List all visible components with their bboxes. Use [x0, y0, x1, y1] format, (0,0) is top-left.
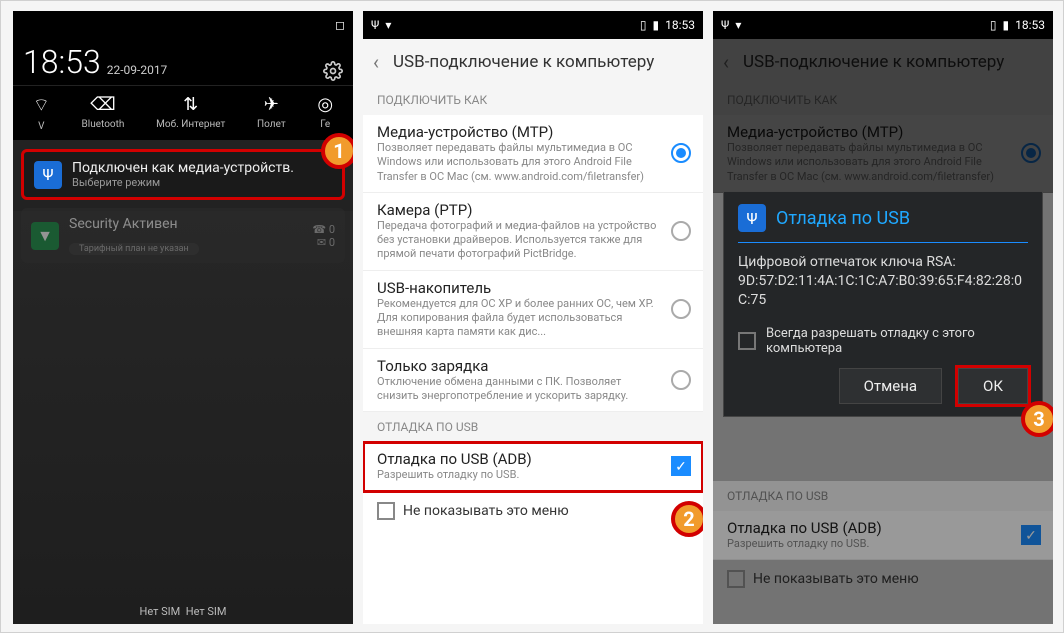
qs-data[interactable]: ⇅Моб. Интернет: [156, 94, 225, 132]
option-charge-title: Только зарядка: [377, 357, 659, 375]
option-mass-title: USB-накопитель: [377, 279, 659, 297]
checkbox-noshow: [727, 570, 745, 588]
qs-wifi[interactable]: ⌔V: [33, 94, 50, 132]
gear-icon[interactable]: [323, 61, 343, 81]
usb-debug-dialog: Ψ Отладка по USB Цифровой отпечаток ключ…: [723, 191, 1043, 417]
step-badge-3: 3: [1021, 401, 1053, 437]
battery-icon: ▮: [653, 18, 660, 32]
status-bar: ◻: [13, 11, 353, 39]
option-adb[interactable]: Отладка по USB (ADB) Разрешить отладку п…: [363, 442, 703, 491]
checkbox-adb[interactable]: [671, 456, 691, 476]
section-debug: ОТЛАДКА ПО USB: [713, 481, 1053, 511]
camera-icon: ◻: [335, 18, 345, 32]
dialog-always-row[interactable]: Всегда разрешать отладку с этого компьют…: [738, 320, 1028, 368]
dialog-body-fingerprint: 9D:57:D2:11:4A:1C:1C:A7:B0:39:65:F4:82:2…: [738, 272, 1028, 310]
option-charge-desc: Отключение обмена данными с ПК. Позволяе…: [377, 375, 659, 404]
wifi-icon: ⌔: [33, 94, 50, 117]
bluetooth-icon: ⌫: [90, 94, 115, 115]
usb-status-icon: Ψ: [721, 18, 729, 32]
signal-icon: ▯: [990, 18, 997, 32]
notif-usb-title: Подключен как медиа-устройств.: [72, 160, 294, 176]
status-bar: Ψ ▾ ▯ ▮ 18:53: [363, 11, 703, 39]
radio-mtp[interactable]: [671, 143, 691, 163]
option-adb-desc: Разрешить отладку по USB.: [377, 468, 659, 482]
option-mtp-desc: Позволяет передавать файлы мультимедиа в…: [377, 141, 659, 184]
status-bar: Ψ ▾ ▯ ▮ 18:53: [713, 11, 1053, 39]
footer-noshow: Не показывать это меню: [713, 560, 1053, 598]
section-debug: ОТЛАДКА ПО USB: [363, 412, 703, 442]
option-mtp-title: Медиа-устройство (МТР): [377, 123, 659, 141]
status-time: 18:53: [665, 18, 695, 32]
usb-icon: Ψ: [738, 204, 766, 232]
shade-date: 22-09-2017: [107, 63, 168, 77]
footer-noshow[interactable]: Не показывать это меню: [363, 492, 703, 530]
ok-button[interactable]: ОК: [958, 368, 1028, 404]
usb-status-icon: Ψ: [371, 18, 379, 32]
back-icon[interactable]: ‹: [373, 50, 379, 74]
radio-ptp[interactable]: [671, 221, 691, 241]
option-mass-desc: Рекомендуется для ОС XP и более ранних О…: [377, 297, 659, 340]
dialog-body-line1: Цифровой отпечаток ключа RSA:: [738, 253, 1028, 272]
cancel-button[interactable]: Отмена: [839, 368, 942, 404]
checkbox-always[interactable]: [738, 332, 756, 350]
quick-settings: ⌔V ⌫Bluetooth ⇅Моб. Интернет ✈Полет ◎Ге: [13, 85, 353, 141]
option-adb-title: Отладка по USB (ADB): [377, 450, 659, 468]
option-mass[interactable]: USB-накопитель Рекомендуется для ОС XP и…: [363, 271, 703, 349]
status-time: 18:53: [1015, 18, 1045, 32]
checkbox-noshow[interactable]: [377, 502, 395, 520]
radio-charge[interactable]: [671, 370, 691, 390]
dialog-title: Отладка по USB: [776, 208, 910, 229]
qs-gps[interactable]: ◎Ге: [317, 94, 333, 132]
option-charge[interactable]: Только зарядка Отключение обмена данными…: [363, 349, 703, 413]
battery-icon: ▮: [1003, 18, 1010, 32]
step-badge-1: 1: [321, 133, 353, 169]
shade-header: 18:53 22-09-2017: [13, 39, 353, 85]
notification-usb[interactable]: Ψ Подключен как медиа-устройств. Выберит…: [21, 149, 345, 200]
option-ptp[interactable]: Камера (PTP) Передача фотографий и медиа…: [363, 193, 703, 271]
checkbox-adb: [1021, 525, 1041, 545]
home-background: [13, 211, 353, 624]
data-icon: ⇅: [183, 94, 198, 115]
option-adb-dim: Отладка по USB (ADB) Разрешить отладку п…: [713, 511, 1053, 560]
qs-bluetooth[interactable]: ⌫Bluetooth: [82, 94, 125, 132]
app-bar-title: USB-подключение к компьютеру: [393, 52, 654, 72]
radio-mass[interactable]: [671, 299, 691, 319]
shield-status-icon: ▾: [385, 18, 391, 32]
plane-icon: ✈: [264, 94, 279, 115]
usb-icon: Ψ: [34, 161, 62, 189]
app-bar: ‹ USB-подключение к компьютеру: [363, 39, 703, 85]
dock-labels: Нет SIM Нет SIM: [13, 605, 353, 618]
option-mtp[interactable]: Медиа-устройство (МТР) Позволяет передав…: [363, 115, 703, 193]
shield-status-icon: ▾: [735, 18, 741, 32]
option-ptp-desc: Передача фотографий и медиа-файлов на ус…: [377, 219, 659, 262]
qs-plane[interactable]: ✈Полет: [257, 94, 286, 132]
section-connect: ПОДКЛЮЧИТЬ КАК: [363, 85, 703, 115]
option-ptp-title: Камера (PTP): [377, 201, 659, 219]
shade-time: 18:53: [23, 43, 101, 81]
gps-icon: ◎: [317, 94, 333, 115]
notif-usb-sub: Выберите режим: [72, 176, 294, 189]
step-badge-2: 2: [671, 501, 703, 537]
signal-icon: ▯: [640, 18, 647, 32]
